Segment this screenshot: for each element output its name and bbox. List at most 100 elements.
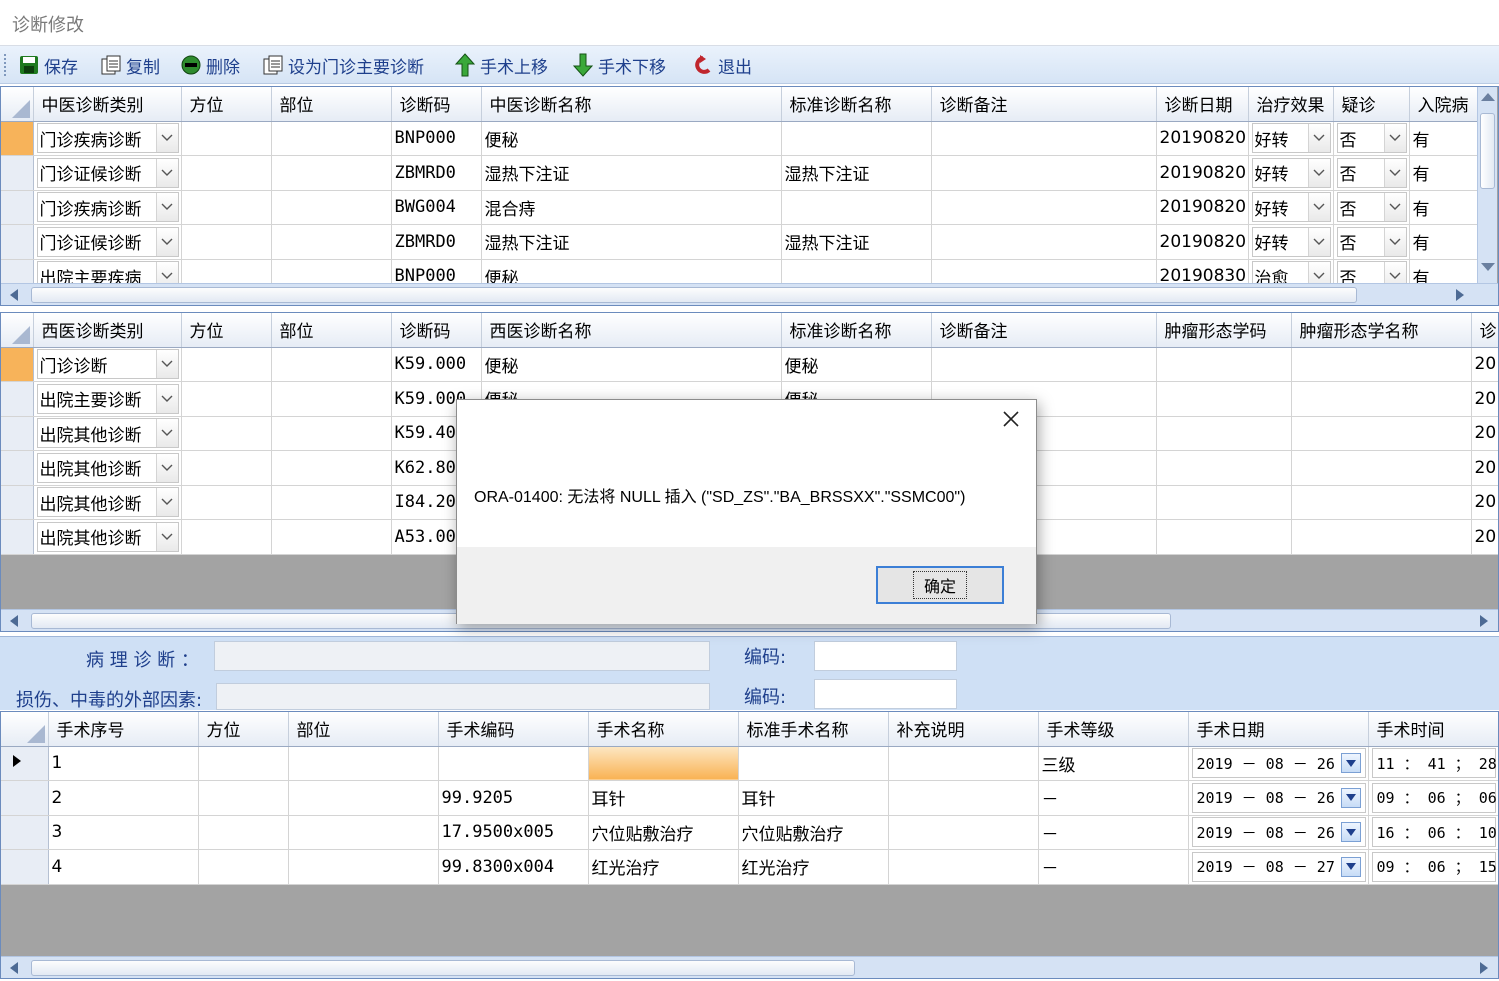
surgery-position-cell[interactable] [198,746,289,781]
wm-col-position[interactable]: 方位 [181,313,272,348]
tcm-remark-cell[interactable] [931,121,1157,156]
surgery-site-cell[interactable] [288,780,439,816]
surgery-col-note[interactable]: 补充说明 [888,712,1039,747]
tcm-position-cell[interactable] [181,121,272,156]
wm-category-cell[interactable]: 出院其他诊断 [33,485,182,520]
row-header[interactable] [1,381,34,417]
surgery-col-site[interactable]: 部位 [288,712,439,747]
row-header[interactable] [1,450,34,486]
tcm-category-cell[interactable]: 门诊证候诊断 [33,224,182,260]
tcm-remark-cell[interactable] [931,155,1157,191]
tcm-admit-cell[interactable]: 有 [1409,121,1478,156]
surgery-site-cell[interactable] [288,815,439,850]
row-header[interactable] [1,485,34,520]
surgery-site-cell[interactable] [288,746,439,781]
chevron-down-icon[interactable] [1383,124,1406,153]
wm-site-cell[interactable] [271,485,392,520]
surgery-std-name-cell[interactable]: 耳针 [738,780,889,816]
chevron-down-icon[interactable] [155,384,178,413]
chevron-down-icon[interactable] [155,488,178,517]
tcm-col-suspect[interactable]: 疑诊 [1333,87,1410,122]
tcm-site-cell[interactable] [271,190,392,225]
surgery-col-date[interactable]: 手术日期 [1188,712,1369,747]
calendar-dropdown-icon[interactable] [1340,753,1361,774]
tcm-effect-cell[interactable]: 好转 [1248,224,1334,260]
chevron-down-icon[interactable] [1383,193,1406,222]
surgery-date-cell[interactable]: 2019 － 08 － 26 [1188,746,1369,781]
scroll-down-arrow-icon[interactable] [1481,263,1495,271]
chevron-down-icon[interactable] [155,124,178,153]
tcm-code-cell[interactable]: BNP000 [391,121,482,156]
table-row[interactable]: 1 三级 2019 － 08 － 26 11 ： 41 ； 28 [1,746,1498,781]
tcm-category-combo[interactable]: 门诊证候诊断 [36,226,179,257]
injury-code-input[interactable] [814,679,957,709]
surgery-std-name-cell[interactable] [738,746,889,781]
wm-remark-cell[interactable] [931,347,1157,382]
tcm-position-cell[interactable] [181,190,272,225]
surgery-code-cell[interactable]: 99.9205 [438,780,589,816]
tcm-horizontal-scrollbar[interactable] [1,283,1498,305]
tcm-col-date[interactable]: 诊断日期 [1156,87,1249,122]
wm-position-cell[interactable] [181,485,272,520]
tcm-position-cell[interactable] [181,155,272,191]
row-header[interactable] [1,121,34,156]
surgery-horizontal-scrollbar[interactable] [1,956,1498,978]
wm-morph-code-cell[interactable] [1156,519,1292,555]
table-row[interactable]: 门诊疾病诊断 BNP000 便秘 20190820 好转 否 有 [1,121,1478,156]
surgery-seq-cell[interactable]: 4 [48,849,199,885]
row-header[interactable] [1,347,34,382]
save-button[interactable]: 保存 [18,51,78,79]
wm-category-cell[interactable]: 出院主要诊断 [33,381,182,417]
tcm-effect-cell[interactable]: 好转 [1248,190,1334,225]
pathology-input[interactable] [214,641,710,671]
tcm-category-cell[interactable]: 门诊疾病诊断 [33,121,182,156]
tcm-suspect-cell[interactable]: 否 [1333,224,1410,260]
injury-factor-input[interactable] [216,683,710,710]
scroll-up-arrow-icon[interactable] [1481,93,1495,101]
wm-col-code[interactable]: 诊断码 [391,313,482,348]
row-header[interactable] [1,780,49,816]
row-header[interactable] [1,815,49,850]
surgery-date-picker[interactable]: 2019 － 08 － 26 [1191,748,1366,779]
chevron-down-icon[interactable] [1307,227,1330,256]
surgery-hscroll-thumb[interactable] [31,960,855,976]
tcm-site-cell[interactable] [271,121,392,156]
tcm-date-cell[interactable]: 20190820 [1156,155,1249,191]
chevron-down-icon[interactable] [155,419,178,448]
tcm-suspect-combo[interactable]: 否 [1336,123,1407,154]
wm-category-combo[interactable]: 出院其他诊断 [36,487,179,518]
tcm-effect-combo[interactable]: 好转 [1251,226,1331,257]
tcm-name-cell[interactable]: 便秘 [481,121,782,156]
surgery-position-cell[interactable] [198,849,289,885]
chevron-down-icon[interactable] [155,158,178,187]
surgery-time-cell[interactable]: 09 ： 06 ； 06 [1368,780,1498,816]
ok-button[interactable]: 确定 [876,566,1004,604]
surgery-seq-cell[interactable]: 1 [48,746,199,781]
wm-category-combo[interactable]: 出院其他诊断 [36,452,179,483]
surgery-name-cell[interactable]: 红光治疗 [588,849,739,885]
wm-site-cell[interactable] [271,450,392,486]
wm-morph-code-cell[interactable] [1156,347,1292,382]
tcm-category-cell[interactable]: 门诊疾病诊断 [33,190,182,225]
tcm-code-cell[interactable]: ZBMRD0 [391,155,482,191]
tcm-code-cell[interactable]: ZBMRD0 [391,224,482,260]
set-primary-diagnosis-button[interactable]: 设为门诊主要诊断 [262,51,424,79]
wm-morph-name-cell[interactable] [1291,519,1472,555]
surgery-position-cell[interactable] [198,815,289,850]
row-header[interactable] [1,746,49,781]
scroll-right-arrow-icon[interactable] [1477,614,1491,628]
wm-category-combo[interactable]: 门诊诊断 [36,349,179,380]
wm-date-cell[interactable]: 20 [1471,381,1498,417]
wm-site-cell[interactable] [271,347,392,382]
tcm-suspect-combo[interactable]: 否 [1336,157,1407,188]
calendar-dropdown-icon[interactable] [1340,856,1361,877]
wm-position-cell[interactable] [181,347,272,382]
close-icon[interactable] [1000,408,1022,430]
surgery-col-position[interactable]: 方位 [198,712,289,747]
tcm-suspect-cell[interactable]: 否 [1333,155,1410,191]
wm-position-cell[interactable] [181,519,272,555]
tcm-remark-cell[interactable] [931,224,1157,260]
wm-morph-code-cell[interactable] [1156,381,1292,417]
surgery-time-input[interactable]: 11 ： 41 ； 28 [1371,748,1497,779]
wm-site-cell[interactable] [271,416,392,451]
